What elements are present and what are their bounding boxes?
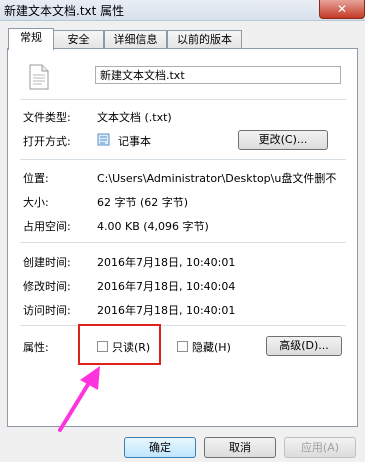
modified-label: 修改时间: <box>23 280 71 293</box>
separator <box>20 325 346 326</box>
ok-button[interactable]: 确定 <box>124 437 196 458</box>
text-file-icon <box>29 64 49 90</box>
separator <box>20 242 346 243</box>
accessed-value: 2016年7月18日, 10:40:01 <box>97 304 236 317</box>
separator <box>20 159 346 160</box>
cancel-button[interactable]: 取消 <box>204 437 276 458</box>
advanced-button[interactable]: 高级(D)... <box>266 336 342 356</box>
title-bar: 新建文本文档.txt 属性 ✕ <box>0 0 365 21</box>
size-label: 大小: <box>23 196 49 209</box>
tab-details[interactable]: 详细信息 <box>104 30 167 49</box>
opens-with-value: 记事本 <box>118 135 151 148</box>
location-value: C:\Users\Administrator\Desktop\u盘文件删不 <box>97 172 337 185</box>
file-name-input[interactable]: 新建文本文档.txt <box>95 66 341 84</box>
highlight-box <box>78 324 161 365</box>
window-title: 新建文本文档.txt 属性 <box>4 4 125 18</box>
change-button[interactable]: 更改(C)... <box>238 130 328 150</box>
accessed-label: 访问时间: <box>23 304 71 317</box>
disk-size-value: 4.00 KB (4,096 字节) <box>97 220 209 233</box>
tab-general[interactable]: 常规 <box>8 28 54 50</box>
separator <box>20 99 346 100</box>
size-value: 62 字节 (62 字节) <box>97 196 189 209</box>
created-label: 创建时间: <box>23 256 71 269</box>
modified-value: 2016年7月18日, 10:40:04 <box>97 280 236 293</box>
apply-button[interactable]: 应用(A) <box>284 437 356 458</box>
created-value: 2016年7月18日, 10:40:01 <box>97 256 236 269</box>
location-label: 位置: <box>23 172 49 185</box>
pointer-arrow-icon <box>58 366 100 432</box>
attributes-label: 属性: <box>23 341 49 354</box>
file-type-label: 文件类型: <box>23 111 71 124</box>
disk-size-label: 占用空间: <box>23 220 71 233</box>
tab-previous-versions[interactable]: 以前的版本 <box>167 30 242 49</box>
file-type-value: 文本文档 (.txt) <box>97 111 172 124</box>
hidden-checkbox[interactable] <box>177 341 188 352</box>
hidden-label[interactable]: 隐藏(H) <box>192 339 231 355</box>
close-button[interactable]: ✕ <box>319 0 365 19</box>
tab-security[interactable]: 安全 <box>53 30 104 49</box>
opens-with-label: 打开方式: <box>23 135 71 148</box>
notepad-icon <box>97 133 110 146</box>
